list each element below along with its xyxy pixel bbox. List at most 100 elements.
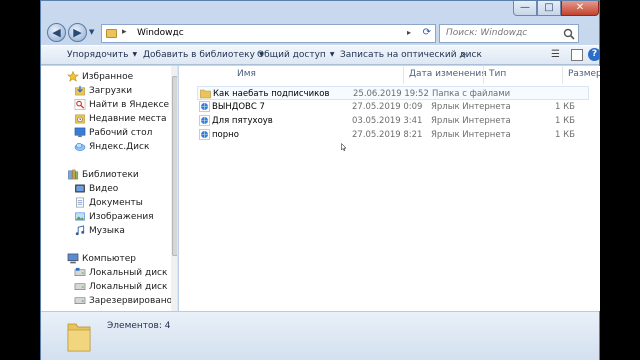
star-icon [67, 71, 79, 82]
navigation-row: ◀ ▶ ▼ ▸ Windowдс ▸ ⟳ Поиск: Windowдс [41, 19, 599, 45]
music-icon [75, 225, 85, 236]
file-name: ВЫНДОВС 7 [212, 102, 265, 112]
recent-places-icon [75, 114, 85, 124]
explorer-window: — □ ✕ ◀ ▶ ▼ ▸ Windowдс ▸ ⟳ Поиск: Window… [40, 0, 600, 360]
disk-d-icon [74, 283, 86, 290]
file-size: 1 КБ [555, 116, 575, 126]
recent-pages-dropdown[interactable]: ▼ [89, 28, 94, 36]
mouse-cursor-icon [341, 143, 347, 151]
sidebar-item-yandex-search[interactable]: Найти в Яндексе [89, 100, 169, 110]
forward-button[interactable]: ▶ [68, 23, 87, 42]
folder-icon [200, 89, 211, 99]
search-icon[interactable] [563, 28, 575, 40]
breadcrumb-current-folder[interactable]: Windowдс [137, 28, 184, 38]
file-row[interactable]: Как наебать подписчиков 25.06.2019 19:52… [197, 86, 589, 100]
breadcrumb-separator[interactable]: ▸ [122, 27, 127, 37]
command-bar: Упорядочить ▼ Добавить в библиотеку ▼ Общи… [41, 45, 600, 65]
maximize-button[interactable]: □ [537, 1, 561, 16]
downloads-icon [75, 85, 85, 96]
yandex-search-icon [74, 99, 86, 110]
file-date: 25.06.2019 19:52 [353, 89, 429, 99]
share-label: Общий доступ [257, 50, 326, 60]
libraries-icon [68, 169, 79, 180]
chevron-down-icon: ▼ [132, 51, 138, 58]
file-date: 27.05.2019 8:21 [352, 130, 423, 140]
file-name: Для пятухоув [212, 116, 273, 126]
sidebar-item-music[interactable]: Музыка [89, 226, 125, 236]
organize-menu[interactable]: Упорядочить ▼ [67, 50, 137, 60]
file-row[interactable]: ВЫНДОВС 7 27.05.2019 0:09 Ярлык Интернет… [197, 100, 589, 114]
computer-icon [67, 253, 79, 264]
internet-shortcut-icon [199, 115, 210, 126]
file-name: порно [212, 130, 239, 140]
reserved-disk-icon [74, 297, 86, 304]
details-pane: Элементов: 4 [41, 311, 599, 360]
file-name: Как наебать подписчиков [213, 89, 330, 99]
desktop: — □ ✕ ◀ ▶ ▼ ▸ Windowдс ▸ ⟳ Поиск: Window… [40, 0, 600, 360]
file-row[interactable]: порно 27.05.2019 8:21 Ярлык Интернета 1 … [197, 128, 589, 142]
add-to-library-menu[interactable]: Добавить в библиотеку ▼ [143, 50, 264, 60]
video-icon [75, 184, 85, 193]
minimize-button[interactable]: — [513, 1, 537, 16]
organize-label: Упорядочить [67, 50, 129, 60]
folder-icon [67, 323, 91, 352]
file-row[interactable]: Для пятухоув 03.05.2019 3:41 Ярлык Интер… [197, 114, 589, 128]
sidebar-computer-header[interactable]: Компьютер [82, 254, 136, 264]
desktop-icon [74, 127, 86, 138]
documents-icon [76, 197, 84, 208]
more-commands-button[interactable]: » [461, 50, 467, 60]
column-divider[interactable] [562, 66, 563, 84]
file-list-pane: Имя Дата изменения Тип Размер Как наебат… [179, 66, 600, 311]
share-menu[interactable]: Общий доступ ▼ [257, 50, 334, 60]
sidebar-libraries-header[interactable]: Библиотеки [82, 170, 139, 180]
item-count: Элементов: 4 [107, 321, 171, 331]
internet-shortcut-icon [199, 101, 210, 112]
sidebar-item-reserved[interactable]: Зарезервировано систе [89, 296, 177, 306]
refresh-icon[interactable]: ⟳ [423, 27, 431, 38]
search-input[interactable]: Поиск: Windowдс [439, 24, 579, 43]
sidebar-item-disk-d[interactable]: Локальный диск (D:) [89, 282, 177, 292]
disk-c-icon [74, 267, 86, 276]
sidebar-item-yandex-disk[interactable]: Яндекс.Диск [89, 142, 149, 152]
address-bar[interactable]: ▸ Windowдс ▸ ⟳ [101, 24, 436, 43]
file-type: Ярлык Интернета [431, 102, 511, 112]
sidebar-item-pictures[interactable]: Изображения [89, 212, 154, 222]
file-date: 03.05.2019 3:41 [352, 116, 423, 126]
sidebar-favorites-header[interactable]: Избранное [82, 72, 133, 82]
search-placeholder: Поиск: Windowдс [446, 28, 528, 38]
navigation-pane: Избранное Загрузки Найти в Яндексе Недав… [41, 66, 178, 311]
title-bar: — □ ✕ [41, 1, 599, 17]
breadcrumb-tail-arrow[interactable]: ▸ [407, 28, 411, 37]
sidebar-scrollbar[interactable] [171, 66, 177, 311]
view-options-icon[interactable]: ☰ [551, 49, 560, 60]
scrollbar-thumb[interactable] [172, 76, 177, 256]
column-header-size[interactable]: Размер [568, 69, 600, 79]
preview-pane-icon[interactable] [571, 49, 583, 61]
file-type: Ярлык Интернета [431, 130, 511, 140]
close-button[interactable]: ✕ [561, 1, 599, 16]
internet-shortcut-icon [199, 129, 210, 140]
file-type: Папка с файлами [432, 89, 511, 99]
yandex-disk-icon [74, 143, 86, 151]
sidebar-item-recent-places[interactable]: Недавние места [89, 114, 167, 124]
sidebar-item-video[interactable]: Видео [89, 184, 118, 194]
sidebar-item-documents[interactable]: Документы [89, 198, 143, 208]
help-button[interactable]: ? [588, 48, 600, 61]
folder-icon [106, 29, 117, 38]
file-size: 1 КБ [555, 130, 575, 140]
back-button[interactable]: ◀ [47, 23, 66, 42]
file-type: Ярлык Интернета [431, 116, 511, 126]
sidebar-item-desktop[interactable]: Рабочий стол [89, 128, 152, 138]
column-header-name[interactable]: Имя [237, 69, 256, 79]
file-size: 1 КБ [555, 102, 575, 112]
pictures-icon [75, 212, 85, 221]
column-divider[interactable] [483, 66, 484, 84]
add-library-label: Добавить в библиотеку [143, 50, 255, 60]
column-header-date[interactable]: Дата изменения [409, 69, 487, 79]
column-divider[interactable] [403, 66, 404, 84]
file-date: 27.05.2019 0:09 [352, 102, 423, 112]
column-header-type[interactable]: Тип [489, 69, 506, 79]
sidebar-item-downloads[interactable]: Загрузки [89, 86, 132, 96]
chevron-down-icon: ▼ [329, 51, 335, 58]
sidebar-item-disk-c[interactable]: Локальный диск (C:) [89, 268, 177, 278]
